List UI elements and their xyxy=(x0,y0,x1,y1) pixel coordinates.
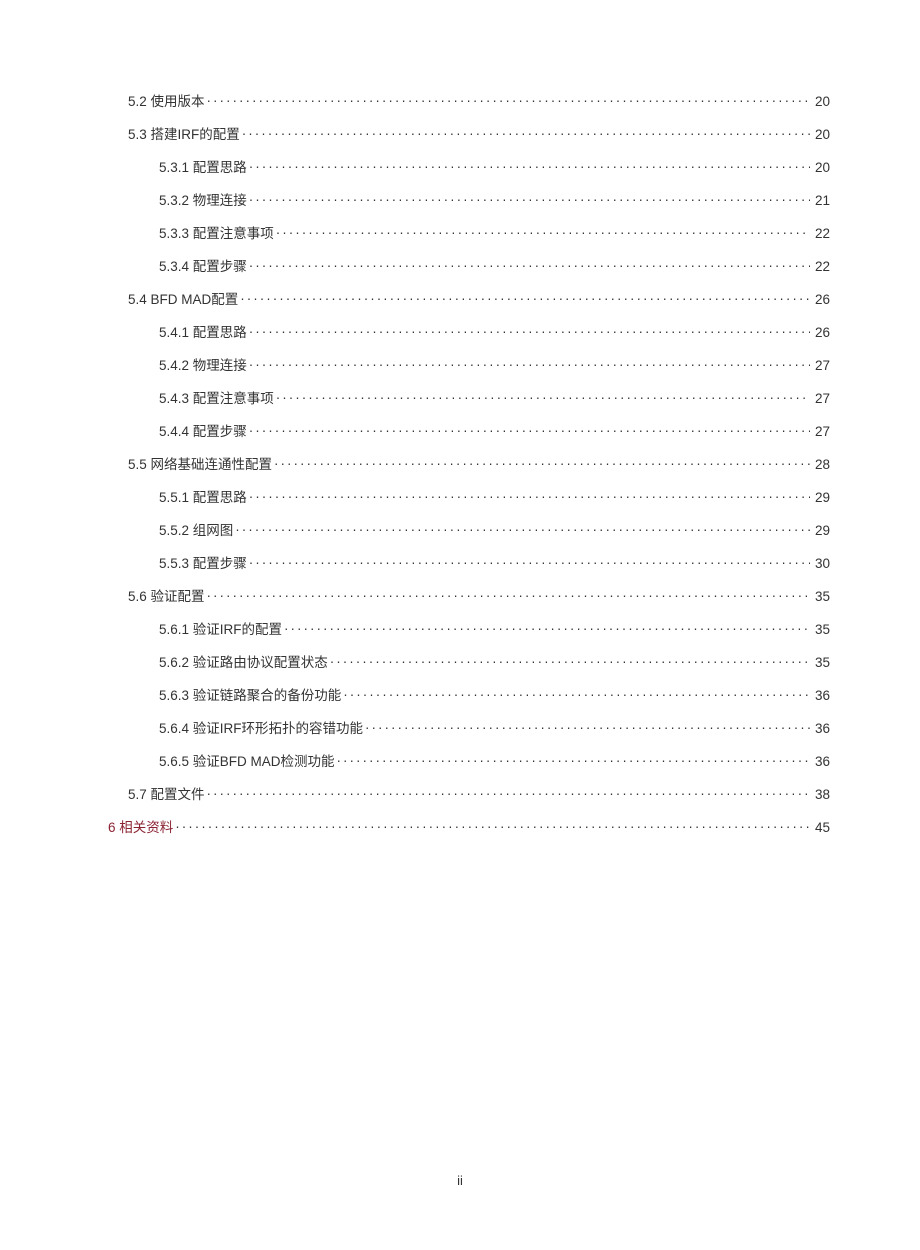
toc-entry[interactable]: 5.6.4 验证IRF环形拓扑的容错功能 36 xyxy=(108,717,830,737)
toc-entry[interactable]: 5.5 网络基础连通性配置 28 xyxy=(108,453,830,473)
toc-entry[interactable]: 5.6.3 验证链路聚合的备份功能 36 xyxy=(108,684,830,704)
toc-leader-dots xyxy=(249,423,810,438)
toc-entry-page: 27 xyxy=(812,424,830,439)
toc-entry[interactable]: 5.5.1 配置思路 29 xyxy=(108,486,830,506)
toc-entry-label: 5.6.3 验证链路聚合的备份功能 xyxy=(159,684,341,704)
toc-entry[interactable]: 5.5.3 配置步骤 30 xyxy=(108,552,830,572)
toc-leader-dots xyxy=(207,786,810,801)
toc-entry-page: 30 xyxy=(812,556,830,571)
toc-entry[interactable]: 5.6.2 验证路由协议配置状态 35 xyxy=(108,651,830,671)
toc-entry-label: 5.3.3 配置注意事项 xyxy=(159,222,274,242)
toc-entry-label: 5.6.2 验证路由协议配置状态 xyxy=(159,651,328,671)
toc-leader-dots xyxy=(274,456,810,471)
toc-leader-dots xyxy=(365,720,810,735)
toc-entry-page: 27 xyxy=(812,391,830,406)
toc-entry-page: 20 xyxy=(812,94,830,109)
toc-leader-dots xyxy=(276,390,810,405)
page-number: ii xyxy=(0,1173,920,1188)
toc-entry-label: 5.4.1 配置思路 xyxy=(159,321,247,341)
toc-entry-page: 36 xyxy=(812,721,830,736)
toc-entry-page: 38 xyxy=(812,787,830,802)
toc-entry[interactable]: 5.3.1 配置思路 20 xyxy=(108,156,830,176)
toc-entry-label: 5.6.5 验证BFD MAD检测功能 xyxy=(159,750,335,770)
toc-leader-dots xyxy=(284,621,810,636)
toc-entry-label: 5.6.1 验证IRF的配置 xyxy=(159,618,282,638)
toc-entry-label: 5.6.4 验证IRF环形拓扑的容错功能 xyxy=(159,717,363,737)
toc-entry-label: 5.2 使用版本 xyxy=(128,90,205,110)
toc-leader-dots xyxy=(242,126,810,141)
toc-entry-label: 5.5.3 配置步骤 xyxy=(159,552,247,572)
toc-entry[interactable]: 5.6 验证配置 35 xyxy=(108,585,830,605)
toc-entry-label: 5.4.4 配置步骤 xyxy=(159,420,247,440)
toc-entry-page: 22 xyxy=(812,226,830,241)
toc-entry[interactable]: 5.4.1 配置思路 26 xyxy=(108,321,830,341)
toc-leader-dots xyxy=(207,588,810,603)
toc-entry-page: 35 xyxy=(812,655,830,670)
toc-entry[interactable]: 5.4 BFD MAD配置 26 xyxy=(108,288,830,308)
toc-leader-dots xyxy=(343,687,810,702)
toc-entry[interactable]: 5.3.2 物理连接 21 xyxy=(108,189,830,209)
toc-leader-dots xyxy=(249,489,810,504)
toc-entry[interactable]: 5.7 配置文件 38 xyxy=(108,783,830,803)
toc-entry[interactable]: 5.2 使用版本 20 xyxy=(108,90,830,110)
toc-entry-page: 35 xyxy=(812,589,830,604)
toc-entry[interactable]: 5.4.4 配置步骤 27 xyxy=(108,420,830,440)
toc-entry-page: 21 xyxy=(812,193,830,208)
toc-entry-page: 20 xyxy=(812,160,830,175)
toc-entry-label: 5.5.2 组网图 xyxy=(159,519,233,539)
toc-leader-dots xyxy=(337,753,810,768)
toc-entry-page: 29 xyxy=(812,490,830,505)
toc-entry[interactable]: 5.4.2 物理连接 27 xyxy=(108,354,830,374)
toc-entry[interactable]: 5.4.3 配置注意事项 27 xyxy=(108,387,830,407)
toc-entry[interactable]: 5.5.2 组网图 29 xyxy=(108,519,830,539)
toc-list: 5.2 使用版本205.3 搭建IRF的配置205.3.1 配置思路205.3.… xyxy=(108,90,830,836)
toc-entry-label: 5.4.3 配置注意事项 xyxy=(159,387,274,407)
toc-entry-label: 5.7 配置文件 xyxy=(128,783,205,803)
toc-entry-page: 22 xyxy=(812,259,830,274)
toc-leader-dots xyxy=(249,192,810,207)
toc-entry[interactable]: 5.3.3 配置注意事项 22 xyxy=(108,222,830,242)
toc-entry-label: 5.5 网络基础连通性配置 xyxy=(128,453,272,473)
toc-leader-dots xyxy=(330,654,810,669)
toc-entry[interactable]: 5.3 搭建IRF的配置 20 xyxy=(108,123,830,143)
toc-entry-label: 5.3.1 配置思路 xyxy=(159,156,247,176)
toc-leader-dots xyxy=(249,324,810,339)
toc-entry-label: 5.6 验证配置 xyxy=(128,585,205,605)
toc-leader-dots xyxy=(207,93,810,108)
toc-entry-page: 27 xyxy=(812,358,830,373)
toc-entry[interactable]: 5.6.5 验证BFD MAD检测功能 36 xyxy=(108,750,830,770)
toc-entry-page: 36 xyxy=(812,754,830,769)
toc-entry-label: 5.5.1 配置思路 xyxy=(159,486,247,506)
toc-entry-label: 5.3 搭建IRF的配置 xyxy=(128,123,240,143)
toc-leader-dots xyxy=(276,225,810,240)
toc-entry-label: 6 相关资料 xyxy=(108,816,173,836)
toc-leader-dots xyxy=(249,159,810,174)
toc-entry[interactable]: 5.6.1 验证IRF的配置 35 xyxy=(108,618,830,638)
toc-entry[interactable]: 6 相关资料 45 xyxy=(108,816,830,836)
toc-leader-dots xyxy=(235,522,810,537)
toc-entry-page: 26 xyxy=(812,292,830,307)
toc-entry-label: 5.3.4 配置步骤 xyxy=(159,255,247,275)
toc-leader-dots xyxy=(175,819,810,834)
toc-entry-page: 35 xyxy=(812,622,830,637)
toc-entry[interactable]: 5.3.4 配置步骤 22 xyxy=(108,255,830,275)
toc-entry-page: 20 xyxy=(812,127,830,142)
toc-entry-page: 26 xyxy=(812,325,830,340)
toc-entry-page: 28 xyxy=(812,457,830,472)
toc-entry-label: 5.3.2 物理连接 xyxy=(159,189,247,209)
toc-entry-label: 5.4.2 物理连接 xyxy=(159,354,247,374)
toc-leader-dots xyxy=(249,555,810,570)
toc-entry-page: 36 xyxy=(812,688,830,703)
toc-leader-dots xyxy=(249,258,810,273)
toc-leader-dots xyxy=(249,357,810,372)
toc-entry-page: 45 xyxy=(812,820,830,835)
toc-container: 5.2 使用版本205.3 搭建IRF的配置205.3.1 配置思路205.3.… xyxy=(0,0,920,836)
toc-entry-label: 5.4 BFD MAD配置 xyxy=(128,288,238,308)
toc-entry-page: 29 xyxy=(812,523,830,538)
toc-leader-dots xyxy=(240,291,810,306)
